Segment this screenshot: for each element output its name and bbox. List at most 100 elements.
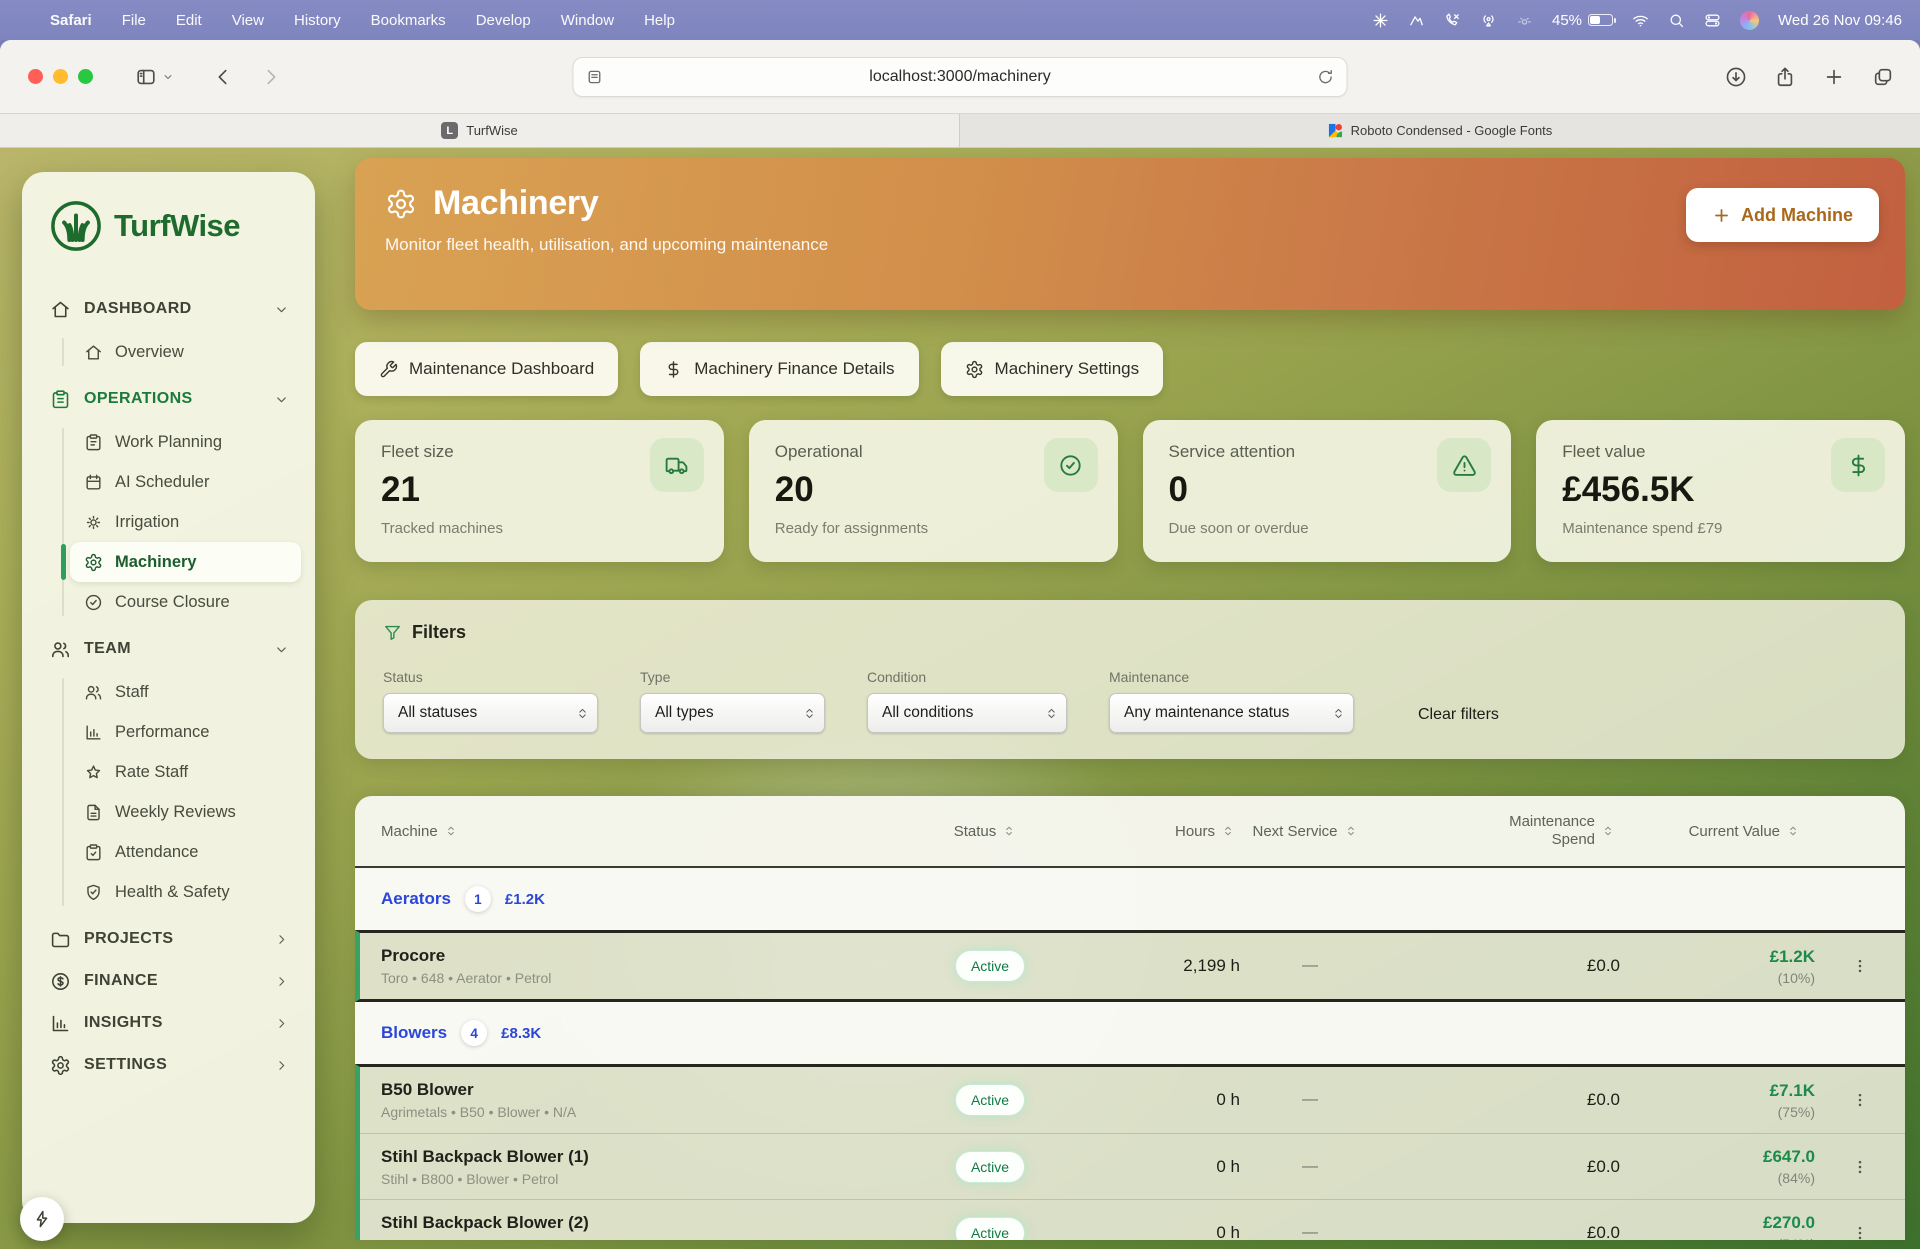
sidebar-item-insights[interactable]: INSIGHTS xyxy=(36,1002,301,1044)
sidebar-item-settings[interactable]: SETTINGS xyxy=(36,1044,301,1086)
clipboard-check-icon xyxy=(84,843,103,862)
sidebar-item-projects[interactable]: PROJECTS xyxy=(36,918,301,960)
maintenance-dashboard-button[interactable]: Maintenance Dashboard xyxy=(355,342,618,396)
sidebar-item-machinery[interactable]: Machinery xyxy=(70,542,301,582)
forward-button[interactable] xyxy=(260,66,282,88)
sidebar-item-ai-scheduler[interactable]: AI Scheduler xyxy=(70,462,301,502)
table-row[interactable]: Procore Toro • 648 • Aerator • Petrol Ac… xyxy=(360,933,1905,999)
table-row[interactable]: Stihl Backpack Blower (2) Stihl • B600 •… xyxy=(360,1199,1905,1240)
status-select[interactable]: All statuses xyxy=(383,693,598,733)
sidebar-item-irrigation[interactable]: Irrigation xyxy=(70,502,301,542)
address-bar[interactable]: localhost:3000/machinery xyxy=(573,57,1348,97)
airdrop-icon[interactable] xyxy=(1480,12,1497,29)
page-subtitle: Monitor fleet health, utilisation, and u… xyxy=(385,235,1875,255)
menu-develop[interactable]: Develop xyxy=(476,12,531,29)
machinery-finance-button[interactable]: Machinery Finance Details xyxy=(640,342,918,396)
tab-overview-button[interactable] xyxy=(1872,66,1894,88)
sidebar-item-work-planning[interactable]: Work Planning xyxy=(70,422,301,462)
table-row[interactable]: B50 Blower Agrimetals • B50 • Blower • N… xyxy=(360,1067,1905,1133)
chevron-right-icon xyxy=(274,974,289,989)
new-tab-button[interactable] xyxy=(1823,66,1845,88)
battery-indicator[interactable]: 45% xyxy=(1552,12,1613,29)
sidebar-item-weekly-reviews[interactable]: Weekly Reviews xyxy=(70,792,301,832)
select-arrows-icon xyxy=(576,707,589,720)
reload-icon[interactable] xyxy=(1317,68,1335,86)
menu-file[interactable]: File xyxy=(122,12,146,29)
downloads-button[interactable] xyxy=(1725,66,1747,88)
sidebar-item-finance[interactable]: FINANCE xyxy=(36,960,301,1002)
menu-edit[interactable]: Edit xyxy=(176,12,202,29)
condition-select[interactable]: All conditions xyxy=(867,693,1067,733)
sidebar-item-performance[interactable]: Performance xyxy=(70,712,301,752)
group-header-aerators[interactable]: Aerators 1 £1.2K xyxy=(355,868,1905,930)
filter-icon xyxy=(383,623,402,642)
quick-actions-fab[interactable] xyxy=(20,1197,64,1241)
menu-view[interactable]: View xyxy=(232,12,264,29)
vpn-mountain-icon[interactable] xyxy=(1408,12,1425,29)
google-fonts-icon xyxy=(1328,123,1343,138)
wifi-icon[interactable] xyxy=(1632,12,1649,29)
sidebar-item-dashboard[interactable]: DASHBOARD xyxy=(36,288,301,330)
chevron-down-icon xyxy=(274,392,289,407)
url-text[interactable]: localhost:3000/machinery xyxy=(604,68,1317,86)
sidebar-item-team[interactable]: TEAM xyxy=(36,628,301,670)
zoom-window-button[interactable] xyxy=(78,69,93,84)
sidebar-item-overview[interactable]: Overview xyxy=(70,332,301,372)
sidebar-item-staff[interactable]: Staff xyxy=(70,672,301,712)
type-select[interactable]: All types xyxy=(640,693,825,733)
sidebar-item-course-closure[interactable]: Course Closure xyxy=(70,582,301,622)
clipboard-icon xyxy=(84,433,103,452)
sparkle-status-icon[interactable] xyxy=(1372,12,1389,29)
back-button[interactable] xyxy=(212,66,234,88)
row-menu-button[interactable] xyxy=(1815,1091,1905,1109)
tab-label: TurfWise xyxy=(466,123,518,138)
menu-help[interactable]: Help xyxy=(644,12,675,29)
call-declined-icon[interactable] xyxy=(1444,12,1461,29)
table-row[interactable]: Stihl Backpack Blower (1) Stihl • B800 •… xyxy=(360,1133,1905,1199)
column-next-service[interactable]: Next Service xyxy=(1235,823,1375,840)
tab-google-fonts[interactable]: Roboto Condensed - Google Fonts xyxy=(960,114,1920,147)
row-menu-button[interactable] xyxy=(1815,1224,1905,1241)
brand[interactable]: TurfWise xyxy=(36,198,301,254)
menu-safari[interactable]: Safari xyxy=(50,12,92,29)
battery-icon xyxy=(1588,14,1613,26)
tab-turfwise[interactable]: L TurfWise xyxy=(0,114,960,147)
sidebar-item-attendance[interactable]: Attendance xyxy=(70,832,301,872)
menubar-clock[interactable]: Wed 26 Nov 09:46 xyxy=(1778,12,1902,29)
minimize-window-button[interactable] xyxy=(53,69,68,84)
row-menu-button[interactable] xyxy=(1815,957,1905,975)
sidebar-item-health-safety[interactable]: Health & Safety xyxy=(70,872,301,912)
alert-triangle-icon xyxy=(1437,438,1491,492)
spotlight-search-icon[interactable] xyxy=(1668,12,1685,29)
close-window-button[interactable] xyxy=(28,69,43,84)
add-machine-button[interactable]: Add Machine xyxy=(1686,188,1879,242)
column-status[interactable]: Status xyxy=(920,823,1050,840)
column-hours[interactable]: Hours xyxy=(1050,823,1235,840)
filter-type: Type All types xyxy=(640,669,825,733)
column-machine[interactable]: Machine xyxy=(355,823,920,840)
chevron-right-icon xyxy=(274,932,289,947)
column-current-value[interactable]: Current Value xyxy=(1615,823,1810,840)
menu-history[interactable]: History xyxy=(294,12,341,29)
group-header-blowers[interactable]: Blowers 4 £8.3K xyxy=(355,1002,1905,1064)
sidebar-toggle-button[interactable] xyxy=(135,66,174,88)
keyboard-brightness-icon[interactable] xyxy=(1516,12,1533,29)
sun-icon xyxy=(84,513,103,532)
page-settings-icon[interactable] xyxy=(586,68,604,86)
control-center-icon[interactable] xyxy=(1704,12,1721,29)
machinery-settings-button[interactable]: Machinery Settings xyxy=(941,342,1164,396)
machines-table: Machine Status Hours Next Service xyxy=(355,796,1905,1240)
sidebar-item-operations[interactable]: OPERATIONS xyxy=(36,378,301,420)
app-sidebar: TurfWise DASHBOARD Overview OPERATIONS xyxy=(22,172,315,1223)
sidebar-item-rate-staff[interactable]: Rate Staff xyxy=(70,752,301,792)
row-menu-button[interactable] xyxy=(1815,1158,1905,1176)
maintenance-select[interactable]: Any maintenance status xyxy=(1109,693,1354,733)
share-button[interactable] xyxy=(1774,66,1796,88)
column-maintenance-spend[interactable]: Maintenance Spend xyxy=(1375,813,1615,849)
main-area: Machinery Monitor fleet health, utilisat… xyxy=(355,148,1905,1249)
user-avatar[interactable] xyxy=(1740,11,1759,30)
truck-icon xyxy=(650,438,704,492)
clear-filters-button[interactable]: Clear filters xyxy=(1418,706,1499,724)
menu-window[interactable]: Window xyxy=(561,12,614,29)
menu-bookmarks[interactable]: Bookmarks xyxy=(371,12,446,29)
